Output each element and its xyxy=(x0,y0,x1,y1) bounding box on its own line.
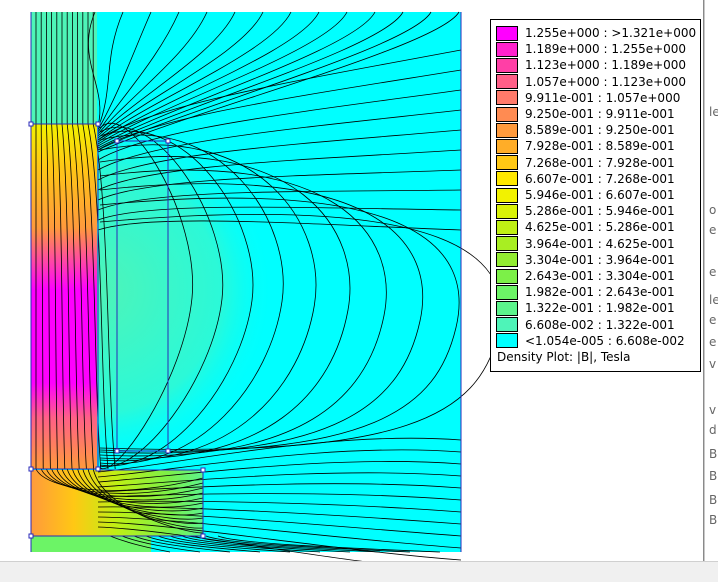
legend-entry: 1.057e+000 : 1.123e+000 xyxy=(496,74,686,90)
legend-entry: <1.054e-005 : 6.608e-002 xyxy=(496,333,685,349)
legend-swatch xyxy=(496,155,518,171)
legend-entry: 1.123e+000 : 1.189e+000 xyxy=(496,57,686,73)
legend-label: 3.964e-001 : 4.625e-001 xyxy=(525,236,675,251)
clipped-panel-text: e xyxy=(709,265,717,279)
legend-entry: 3.304e-001 : 3.964e-001 xyxy=(496,252,675,268)
density-plot-canvas[interactable] xyxy=(0,0,490,561)
legend-entry: 2.643e-001 : 3.304e-001 xyxy=(496,268,675,284)
legend-label: 7.928e-001 : 8.589e-001 xyxy=(525,139,675,154)
status-bar xyxy=(0,561,718,582)
legend-entry: 5.286e-001 : 5.946e-001 xyxy=(496,203,675,219)
clipped-panel-text: o xyxy=(709,203,717,217)
legend-entry: 7.268e-001 : 7.928e-001 xyxy=(496,155,675,171)
legend-label: 2.643e-001 : 3.304e-001 xyxy=(525,269,675,283)
legend-label: 6.608e-002 : 1.322e-001 xyxy=(525,317,675,332)
legend-swatch xyxy=(496,171,518,187)
legend-swatch xyxy=(496,203,518,219)
legend-entry: 1.322e-001 : 1.982e-001 xyxy=(496,300,675,316)
clipped-panel-text: v xyxy=(709,357,717,371)
legend-label: 7.268e-001 : 7.928e-001 xyxy=(525,155,675,170)
legend-label: 4.625e-001 : 5.286e-001 xyxy=(525,220,675,235)
legend-swatch xyxy=(496,25,518,41)
legend-label: 1.322e-001 : 1.982e-001 xyxy=(525,301,675,316)
legend-label: 5.946e-001 : 6.607e-001 xyxy=(525,188,675,202)
clipped-panel-text: e xyxy=(709,335,717,349)
legend-entry: 8.589e-001 : 9.250e-001 xyxy=(496,122,675,138)
legend-title: Density Plot: |B|, Tesla xyxy=(497,350,631,364)
clipped-panel-text: v xyxy=(709,403,717,417)
legend-entry: 5.946e-001 : 6.607e-001 xyxy=(496,187,675,203)
legend-label: 1.189e+000 : 1.255e+000 xyxy=(525,42,687,57)
legend-label: 9.250e-001 : 9.911e-001 xyxy=(525,107,675,121)
legend-entry: 9.911e-001 : 1.057e+000 xyxy=(496,90,680,106)
legend-label: 1.255e+000 : >1.321e+000 xyxy=(525,26,697,40)
legend-swatch xyxy=(496,284,518,300)
legend-swatch xyxy=(496,90,518,106)
legend-entry: 1.189e+000 : 1.255e+000 xyxy=(496,41,686,57)
legend-entry: 9.250e-001 : 9.911e-001 xyxy=(496,106,675,122)
legend-swatch xyxy=(496,219,518,235)
clipped-panel-text: le xyxy=(709,293,718,307)
legend-label: 5.286e-001 : 5.946e-001 xyxy=(525,204,675,219)
legend-entry: 3.964e-001 : 4.625e-001 xyxy=(496,236,675,252)
clipped-panel-text: le xyxy=(709,105,718,119)
legend-swatch xyxy=(496,333,518,349)
legend-entry: 1.982e-001 : 2.643e-001 xyxy=(496,284,675,300)
legend-swatch xyxy=(496,57,518,73)
clipped-panel-text: e xyxy=(709,223,717,237)
legend-entry: 6.608e-002 : 1.322e-001 xyxy=(496,317,675,333)
legend-entry: 1.255e+000 : >1.321e+000 xyxy=(496,25,696,41)
legend-swatch xyxy=(496,300,518,316)
legend-swatch xyxy=(496,236,518,252)
legend-entry: 7.928e-001 : 8.589e-001 xyxy=(496,138,675,154)
legend-label: 1.057e+000 : 1.123e+000 xyxy=(525,74,687,89)
legend-label: 1.982e-001 : 2.643e-001 xyxy=(525,285,675,300)
density-plot-legend: 1.255e+000 : >1.321e+000 1.189e+000 : 1.2… xyxy=(490,19,701,372)
legend-swatch xyxy=(496,106,518,122)
legend-label: 1.123e+000 : 1.189e+000 xyxy=(525,58,687,73)
clipped-panel-text: Bi xyxy=(709,469,718,483)
clipped-panel-text: d xyxy=(709,423,717,437)
legend-swatch xyxy=(496,317,518,333)
clipped-panel-text: Bi xyxy=(709,493,718,507)
clipped-panel-text: Bi xyxy=(709,513,718,527)
legend-swatch xyxy=(496,122,518,138)
legend-swatch xyxy=(496,138,518,154)
legend-entry: 6.607e-001 : 7.268e-001 xyxy=(496,171,675,187)
legend-label: 6.607e-001 : 7.268e-001 xyxy=(525,171,675,186)
clipped-panel-text: e xyxy=(709,313,717,327)
legend-swatch xyxy=(496,74,518,90)
right-panel-clipped: leoeeleeevvdBiBiBiBi xyxy=(704,0,718,561)
legend-swatch xyxy=(496,187,518,203)
legend-entry: 4.625e-001 : 5.286e-001 xyxy=(496,219,675,235)
legend-label: <1.054e-005 : 6.608e-002 xyxy=(525,333,685,348)
legend-label: 9.911e-001 : 1.057e+000 xyxy=(525,90,681,105)
legend-label: 3.304e-001 : 3.964e-001 xyxy=(525,252,675,267)
legend-swatch xyxy=(496,252,518,268)
legend-label: 8.589e-001 : 9.250e-001 xyxy=(525,123,675,138)
legend-swatch xyxy=(496,268,518,284)
clipped-panel-text: Bi xyxy=(709,447,718,461)
legend-swatch xyxy=(496,41,518,57)
